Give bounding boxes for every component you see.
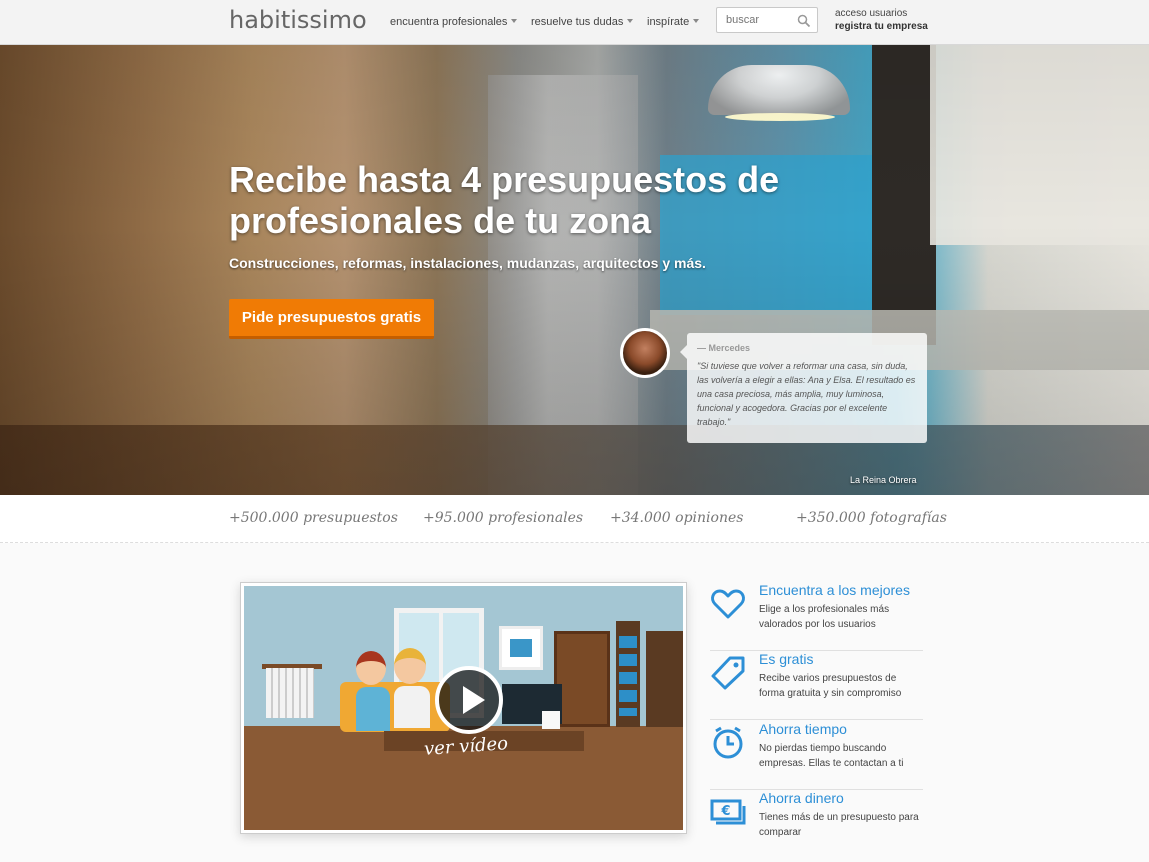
feature-es-gratis: Es gratis Recibe varios presupuestos de … — [710, 651, 923, 720]
money-icon: € — [710, 799, 746, 825]
svg-text:€: € — [720, 804, 730, 819]
feature-encuentra-mejores: Encuentra a los mejores Elige a los prof… — [710, 582, 923, 651]
register-company-link[interactable]: registra tu empresa — [835, 20, 928, 33]
testimonial-text: "Si tuviese que volver a reformar una ca… — [697, 361, 916, 427]
feature-description: Recibe varios presupuestos de forma grat… — [759, 673, 902, 699]
search-icon[interactable] — [797, 14, 811, 28]
stat-opiniones: +34.000 opiniones — [610, 510, 744, 526]
play-icon[interactable] — [435, 666, 503, 734]
nav-resuelve-tus-dudas[interactable]: resuelve tus dudas — [531, 16, 634, 28]
top-navigation-bar: habitissimo encuentra profesionales resu… — [0, 0, 1149, 45]
hero-subtitle: Construcciones, reformas, instalaciones,… — [229, 255, 706, 271]
cartoon-man — [394, 648, 430, 728]
video-player[interactable]: ver vídeo — [240, 582, 687, 834]
login-link[interactable]: acceso usuarios — [835, 7, 928, 20]
feature-title: Es gratis — [759, 651, 814, 667]
stat-presupuestos: +500.000 presupuestos — [229, 510, 398, 526]
nav-inspirate[interactable]: inspírate — [647, 16, 700, 28]
clock-icon — [713, 726, 743, 759]
tag-icon — [711, 656, 745, 690]
stats-bar: +500.000 presupuestos +95.000 profesiona… — [0, 495, 1149, 543]
testimonial-card: — Mercedes "Si tuviese que volver a refo… — [680, 333, 927, 443]
avatar — [620, 328, 670, 378]
hero-title: Recibe hasta 4 presupuestos de profesion… — [229, 159, 780, 241]
cartoon-woman — [356, 651, 390, 731]
video-thumbnail: ver vídeo — [244, 586, 683, 830]
stat-fotografias: +350.000 fotografías — [796, 510, 947, 526]
feature-description: Tienes más de un presupuesto para compar… — [759, 812, 919, 838]
stat-profesionales: +95.000 profesionales — [423, 510, 584, 526]
search-input[interactable] — [717, 8, 797, 32]
feature-title: Ahorra dinero — [759, 790, 844, 806]
chevron-down-icon — [511, 19, 518, 23]
chevron-down-icon — [693, 19, 700, 23]
feature-ahorra-dinero: € Ahorra dinero Tienes más de un presupu… — [710, 790, 923, 859]
chevron-down-icon — [627, 19, 634, 23]
hero-banner: Recibe hasta 4 presupuestos de profesion… — [0, 45, 1149, 495]
feature-ahorra-tiempo: Ahorra tiempo No pierdas tiempo buscando… — [710, 721, 923, 790]
feature-description: Elige a los profesionales más valorados … — [759, 604, 890, 630]
heart-icon — [711, 589, 745, 619]
nav-encuentra-profesionales[interactable]: encuentra profesionales — [390, 16, 518, 28]
user-links: acceso usuarios registra tu empresa — [835, 7, 928, 33]
feature-title: Encuentra a los mejores — [759, 582, 910, 598]
feature-description: No pierdas tiempo buscando empresas. Ell… — [759, 743, 904, 769]
feature-title: Ahorra tiempo — [759, 721, 847, 737]
request-quotes-button[interactable]: Pide presupuestos gratis — [229, 299, 434, 339]
testimonial-author: — Mercedes — [697, 343, 751, 353]
search-box — [716, 7, 818, 33]
habitissimo-logo[interactable]: habitissimo — [229, 6, 367, 34]
photo-credit[interactable]: La Reina Obrera — [850, 475, 917, 485]
